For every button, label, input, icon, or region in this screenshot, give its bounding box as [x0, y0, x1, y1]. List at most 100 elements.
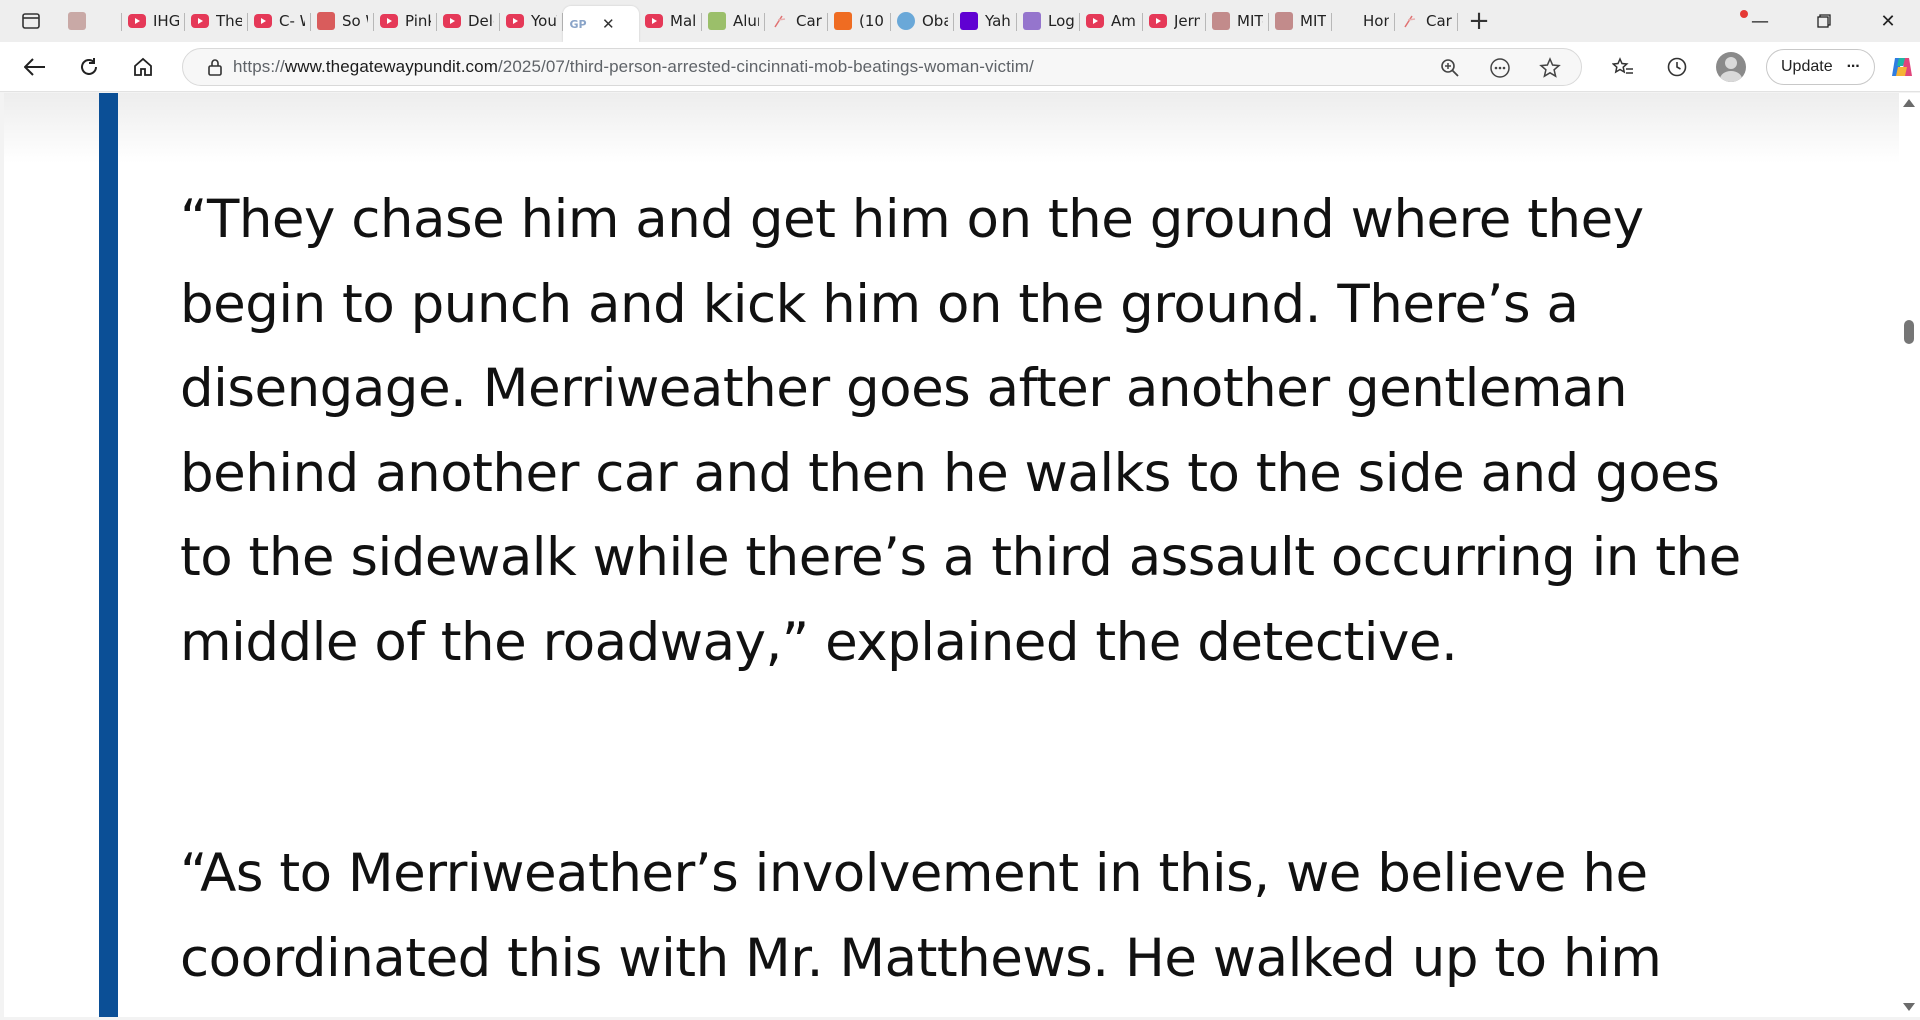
url-text[interactable]: https://www.thegatewaypundit.com/2025/07…: [233, 57, 1034, 77]
ellipsis-circle-icon: [1490, 58, 1510, 78]
blank-icon: [1338, 12, 1356, 30]
youtube-icon: [191, 12, 209, 30]
url-path: /2025/07/third-person-arrested-cincinnat…: [497, 57, 1034, 76]
mit-icon: [1212, 12, 1230, 30]
tab-title: Carib: [1426, 12, 1452, 30]
tab[interactable]: Carib: [1395, 4, 1458, 38]
tab-active[interactable]: GP ✕: [563, 6, 639, 42]
tab[interactable]: [62, 4, 122, 38]
tab-title: Delet: [468, 12, 494, 30]
tab-title: Malc: [670, 12, 696, 30]
tab[interactable]: So W: [311, 4, 374, 38]
tab[interactable]: Login: [1017, 4, 1080, 38]
home-icon: [134, 57, 152, 76]
bookmark-icon: [834, 12, 852, 30]
star-icon: [1539, 57, 1561, 78]
copilot-icon: [1891, 58, 1912, 76]
new-tab-button[interactable]: +: [1462, 4, 1496, 38]
quote-paragraph-2: “As to Merriweather’s involvement in thi…: [180, 843, 1662, 989]
restore-icon: [1817, 14, 1831, 28]
tab-title: Carib: [796, 12, 822, 30]
flag-icon: [771, 12, 789, 30]
tab[interactable]: MIT-: [1206, 4, 1269, 38]
tab[interactable]: Jerm: [1143, 4, 1206, 38]
update-button[interactable]: Update ···: [1766, 49, 1875, 85]
tab-title: MIT S: [1300, 12, 1326, 30]
tab[interactable]: Alum: [702, 4, 765, 38]
page-viewport: “They chase him and get him on the groun…: [4, 93, 1899, 1017]
tab-title: Yaho: [985, 12, 1011, 30]
browser-toolbar: https://www.thegatewaypundit.com/2025/07…: [0, 42, 1920, 92]
youtube-icon: [645, 12, 663, 30]
cm-icon: [317, 12, 335, 30]
youtube-icon: [128, 12, 146, 30]
profile-button[interactable]: [1704, 47, 1758, 87]
youtube-icon: [380, 12, 398, 30]
favorites-list-icon: [1612, 57, 1633, 74]
tab-title: IHG (: [153, 12, 179, 30]
minimize-button[interactable]: —: [1728, 0, 1792, 42]
window-controls: — ✕: [1728, 0, 1920, 42]
tab-title: Login: [1048, 12, 1074, 30]
slash-icon: [1023, 12, 1041, 30]
close-window-button[interactable]: ✕: [1856, 0, 1920, 42]
more-icon: ···: [1846, 58, 1861, 75]
site-info-button[interactable]: [197, 58, 233, 76]
tab[interactable]: C- W: [248, 4, 311, 38]
tab[interactable]: Hom: [1332, 4, 1395, 38]
tab[interactable]: Malc: [639, 4, 702, 38]
address-bar-actions: [1429, 49, 1571, 87]
tab[interactable]: YouT: [500, 4, 563, 38]
scroll-thumb[interactable]: [1904, 320, 1914, 344]
tab-title: Amb: [1111, 12, 1137, 30]
tab-title: MIT-: [1237, 12, 1263, 30]
youtube-icon: [1149, 12, 1167, 30]
home-button[interactable]: [116, 47, 170, 87]
vertical-scrollbar[interactable]: [1899, 93, 1920, 1017]
tab[interactable]: Carib: [765, 4, 828, 38]
back-arrow-icon: [24, 57, 45, 76]
tab[interactable]: (100): [828, 4, 891, 38]
scroll-up-icon[interactable]: [1903, 99, 1915, 107]
scroll-down-icon[interactable]: [1903, 1003, 1915, 1011]
tab[interactable]: Obar: [891, 4, 954, 38]
restore-button[interactable]: [1792, 0, 1856, 42]
tab-title: Jerm: [1174, 12, 1200, 30]
tab-title: Alum: [733, 12, 759, 30]
close-tab-icon[interactable]: ✕: [602, 15, 615, 33]
tab-title: So W: [342, 12, 368, 30]
tab[interactable]: Pink: [374, 4, 437, 38]
reading-options-button[interactable]: [1479, 50, 1521, 86]
tab[interactable]: Delet: [437, 4, 500, 38]
tab-list: IHG ( The C C- W So W Pink Delet YouT GP ✕ Malc Al…: [62, 0, 1458, 42]
back-button[interactable]: [8, 47, 62, 87]
tab[interactable]: IHG (: [122, 4, 185, 38]
tab-title: Obar: [922, 12, 948, 30]
tab-actions-button[interactable]: [0, 0, 62, 42]
toolbar-right: Update ···: [1596, 47, 1920, 87]
tab-title: Pink: [405, 12, 431, 30]
copilot-button[interactable]: [1875, 47, 1920, 87]
youtube-icon: [443, 12, 461, 30]
tab[interactable]: Yaho: [954, 4, 1017, 38]
address-bar[interactable]: https://www.thegatewaypundit.com/2025/07…: [182, 48, 1582, 86]
flag-icon: [1401, 12, 1419, 30]
tab[interactable]: The C: [185, 4, 248, 38]
zoom-button[interactable]: [1429, 50, 1471, 86]
youtube-icon: [506, 12, 524, 30]
tab[interactable]: Amb: [1080, 4, 1143, 38]
top-fade: [4, 93, 1899, 163]
refresh-button[interactable]: [62, 47, 116, 87]
favorites-button[interactable]: [1596, 47, 1650, 87]
tab-title: YouT: [531, 12, 557, 30]
dbs-icon: [68, 12, 86, 30]
tab-title: (100): [859, 12, 885, 30]
youtube-icon: [1086, 12, 1104, 30]
refresh-icon: [81, 57, 97, 75]
history-button[interactable]: [1650, 47, 1704, 87]
tab-actions-icon: [22, 13, 40, 29]
favorite-button[interactable]: [1529, 50, 1571, 86]
tab[interactable]: MIT S: [1269, 4, 1332, 38]
tab-strip: IHG ( The C C- W So W Pink Delet YouT GP ✕ Malc Al…: [0, 0, 1920, 42]
gp-icon: GP: [569, 17, 587, 31]
